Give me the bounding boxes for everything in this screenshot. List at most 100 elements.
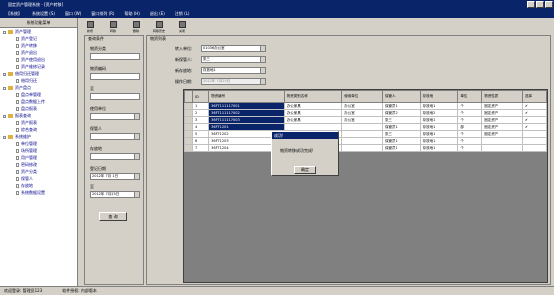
expand-icon[interactable] [3,72,6,76]
sidebar-item[interactable]: 场所管理 [0,147,77,154]
table-cell[interactable]: 3 [191,116,210,124]
expand-icon[interactable] [3,114,6,118]
sidebar-item[interactable]: 借用归还 [0,77,77,84]
new-keeper-select[interactable]: 张三 [201,56,266,63]
table-cell[interactable]: 存放地1 [419,116,459,124]
select-checkbox[interactable] [521,137,548,145]
select-checkbox[interactable]: ✔ [521,123,548,131]
table-cell[interactable] [481,144,523,152]
table-row[interactable]: 3 36FT111117003 办公家具 办公室 张三 存放地1 个固定资产 ✔ [184,116,548,124]
sidebar-item[interactable]: 综合查询 [0,126,77,133]
table-cell[interactable]: 存放地1 [419,144,459,152]
close-window-button[interactable] [545,1,553,8]
table-cell[interactable]: 2 [191,109,210,117]
row-header[interactable] [184,144,193,152]
table-cell[interactable]: 固定资产 [481,123,523,131]
table-cell[interactable]: 保管员1 [381,137,421,145]
table-cell[interactable]: 部 [457,123,483,131]
sidebar-item[interactable]: 资产登记 [0,35,77,42]
table-cell[interactable]: 36FT111117002 [208,109,285,117]
location-select[interactable] [90,153,140,160]
column-header[interactable]: 选择 [521,90,548,103]
table-cell[interactable]: 个 [457,137,483,145]
table-row[interactable]: 6 36FT1203 保管员1 存放地1 个 [184,137,548,145]
table-cell[interactable] [341,137,383,145]
table-cell[interactable]: 个 [457,109,483,117]
table-cell[interactable]: 存放地1 [419,137,459,145]
sidebar-group[interactable]: 资产管理 [0,28,77,35]
menu-item[interactable]: 注销 (L) [171,9,194,18]
table-cell[interactable]: 办公家具 [283,109,343,117]
table-row[interactable]: 1 36FT111117001 办公家具 办公室 保管员1 存放地1 个固定资产 ✔ [184,102,548,110]
date-to-picker[interactable]: 2012年 7月25日 [90,191,140,198]
sidebar-item[interactable]: 资产转移 [0,42,77,49]
sidebar-group[interactable]: 报表查询 [0,112,77,119]
table-cell[interactable]: 固定资产 [481,109,523,117]
add-button[interactable]: 新增 [80,19,100,35]
column-header[interactable]: 物资性质 [481,90,523,103]
sidebar-item[interactable]: 资产使用退出 [0,56,77,63]
table-cell[interactable]: 办公室 [341,116,383,124]
table-cell[interactable]: 存放地1 [419,102,459,110]
select-checkbox[interactable] [521,144,548,152]
unit-select[interactable] [90,113,140,120]
expand-icon[interactable] [3,135,6,139]
table-cell[interactable]: 保管员1 [381,144,421,152]
sidebar-item[interactable]: 盘点报表 [0,105,77,112]
row-header[interactable] [184,109,193,117]
table-cell[interactable]: 5 [191,130,210,138]
ok-button[interactable]: 确定 [294,166,316,174]
code-to-input[interactable] [90,93,140,100]
row-header[interactable] [184,102,193,110]
target-unit-select[interactable]: 01036办公室 [201,45,266,52]
sidebar-item[interactable]: 保管人 [0,175,77,182]
table-row[interactable]: 5 36FT1202 张三 存放地1 个固定资产 [184,130,548,138]
close-button[interactable]: 关闭 [172,19,192,35]
table-cell[interactable] [283,123,343,131]
table-cell[interactable]: 个 [457,130,483,138]
table-cell[interactable]: 张三 [381,116,421,124]
sidebar-item[interactable]: 资产退出 [0,49,77,56]
table-row[interactable]: 4 36FT1201 保管员1 存放地1 部固定资产 ✔ [184,123,548,131]
table-cell[interactable]: 6 [191,137,210,145]
column-header[interactable]: 单位 [457,90,483,103]
table-cell[interactable]: 固定资产 [481,130,523,138]
new-location-select[interactable]: 存放地1 [201,67,266,74]
table-cell[interactable]: 办公室 [341,102,383,110]
table-cell[interactable]: 办公家具 [283,102,343,110]
table-cell[interactable]: 办公室 [341,109,383,117]
table-cell[interactable]: 保管员2 [381,109,421,117]
code-from-input[interactable] [90,73,140,80]
table-cell[interactable]: 1 [191,102,210,110]
table-cell[interactable] [341,123,383,131]
column-header[interactable]: 使用单位 [341,90,383,103]
sidebar-item[interactable]: 资产分类 [0,168,77,175]
sidebar-item[interactable]: 用户管理 [0,154,77,161]
menu-item[interactable]: 窗口排列 (R) [87,9,118,18]
table-cell[interactable]: 办公家具 [283,116,343,124]
column-header[interactable]: ID [191,90,210,103]
table-cell[interactable]: 固定资产 [481,102,523,110]
delete-button[interactable]: 删除 [126,19,146,35]
history-button[interactable]: 转移历史 [149,19,169,35]
table-cell[interactable]: 4 [191,123,210,131]
category-input[interactable] [90,53,140,60]
table-cell[interactable]: 固定资产 [481,116,523,124]
select-checkbox[interactable] [521,130,548,138]
row-header[interactable] [184,137,193,145]
table-cell[interactable]: 存放地1 [419,130,459,138]
menu-item[interactable]: 窗口 (W) [61,9,85,18]
query-button[interactable]: 查 询 [99,212,127,221]
table-row[interactable]: 2 36FT111117002 办公家具 办公室 保管员2 存放地2 个固定资产 ✔ [184,109,548,117]
table-cell[interactable]: 36FT1201 [208,123,285,131]
expand-icon[interactable] [3,86,6,90]
date-from-picker[interactable]: 2012年 7月 1日 [90,173,140,180]
table-cell[interactable]: 7 [191,144,210,152]
minimize-button[interactable] [527,1,535,8]
sidebar-item[interactable]: 存放地 [0,182,77,189]
keeper-select[interactable] [90,133,140,140]
menu-item[interactable]: 【系统】 [2,9,26,18]
transfer-button[interactable]: 转移 [103,19,123,35]
sidebar-item[interactable]: 盘点单管理 [0,91,77,98]
sidebar-item[interactable]: 资产报表 [0,119,77,126]
